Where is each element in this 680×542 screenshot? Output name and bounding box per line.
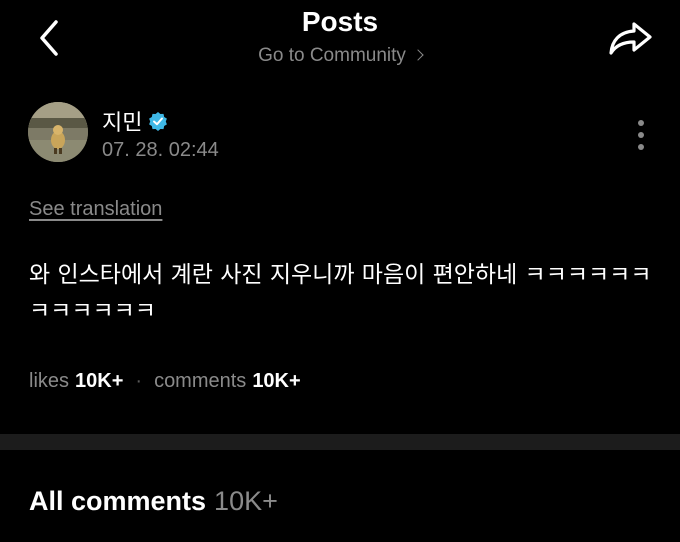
see-translation-link[interactable]: See translation <box>29 198 162 221</box>
top-bar: Posts Go to Community <box>0 0 680 86</box>
dot-icon <box>638 132 644 138</box>
more-options-button[interactable] <box>630 118 652 152</box>
page-title: Posts <box>301 6 379 37</box>
post-timestamp: 07. 28. 02:44 <box>102 139 219 161</box>
share-arrow-icon <box>609 22 652 55</box>
comments-count[interactable]: 10K+ <box>252 370 300 393</box>
author-name[interactable]: 지민 <box>102 105 168 137</box>
separator-dot: · <box>135 370 143 392</box>
verified-check-icon <box>149 112 168 131</box>
share-button[interactable] <box>604 16 656 60</box>
dot-icon <box>638 120 644 126</box>
likes-count[interactable]: 10K+ <box>75 370 123 393</box>
post-body-text: 와 인스타에서 계란 사진 지우니까 마음이 편안하네 ㅋㅋㅋㅋㅋㅋㅋㅋㅋㅋㅋㅋ <box>29 262 652 324</box>
author-name-label: 지민 <box>102 110 143 135</box>
chevron-right-icon <box>412 49 424 61</box>
comments-label: comments <box>154 370 247 392</box>
all-comments-count: 10K+ <box>214 486 278 516</box>
likes-label: likes <box>29 370 70 392</box>
go-to-community-link[interactable]: Go to Community <box>0 45 680 67</box>
avatar-image <box>28 102 88 162</box>
dot-icon <box>638 144 644 150</box>
post-stats: likes 10K+ · comments 10K+ <box>29 370 301 393</box>
avatar[interactable] <box>28 102 88 162</box>
section-divider <box>0 434 680 450</box>
all-comments-title: All comments <box>29 486 207 516</box>
go-to-community-label: Go to Community <box>258 45 406 66</box>
all-comments-heading: All comments 10K+ <box>29 486 278 517</box>
